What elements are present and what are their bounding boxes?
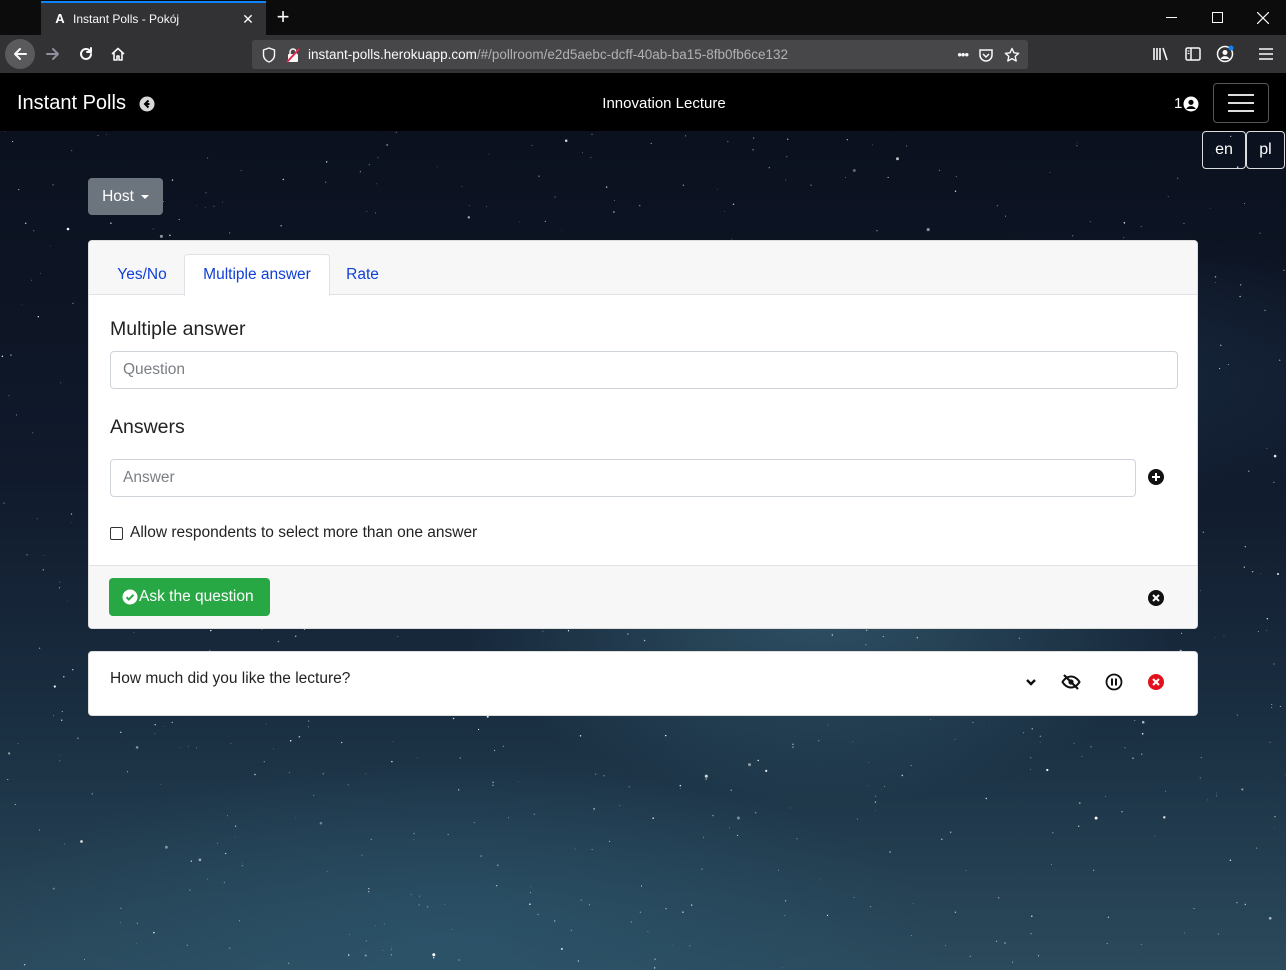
delete-question-button[interactable] [1139,665,1173,699]
x-circle-red-icon [1148,674,1164,690]
account-button[interactable] [1210,39,1240,69]
host-dropdown-button[interactable]: Host [88,178,163,215]
tab-multiple-answer[interactable]: Multiple answer [184,254,330,296]
user-circle-icon [1183,96,1199,111]
sidebar-toggle-button[interactable] [1178,39,1208,69]
arrow-right-icon [46,48,59,60]
room-title: Innovation Lecture [602,95,726,112]
question-text: How much did you like the lecture? [110,670,351,687]
bookmark-star-icon[interactable] [1004,47,1020,63]
eye-slash-icon [1061,674,1081,690]
reload-button[interactable] [71,39,101,69]
tab-yes-no[interactable]: Yes/No [101,254,183,296]
poll-type-tabs: Yes/No Multiple answer Rate [89,241,1197,296]
tab-title: Instant Polls - Pokój [73,12,180,26]
home-button[interactable] [103,39,133,69]
poll-form-footer: Ask the question [89,565,1197,628]
caret-down-icon [140,194,149,199]
forward-button[interactable] [38,39,68,69]
url-domain: instant-polls.herokuapp.com [308,47,477,62]
home-icon [111,47,125,61]
lang-en-button[interactable]: en [1202,131,1246,169]
multi-select-checkbox[interactable] [110,526,123,540]
pause-circle-icon [1105,673,1123,691]
menu-icon [1259,48,1273,60]
account-icon [1216,45,1234,63]
expand-question-button[interactable] [1014,665,1048,699]
page-actions-icon[interactable]: ••• [957,47,969,62]
tab-rate[interactable]: Rate [331,254,394,296]
url-bar[interactable]: instant-polls.herokuapp.com/#/pollroom/e… [252,40,1028,69]
library-button[interactable] [1146,39,1176,69]
multi-select-option[interactable]: Allow respondents to select more than on… [110,524,477,542]
back-button[interactable] [5,39,35,69]
insecure-lock-icon[interactable] [284,46,302,64]
answer-input[interactable]: Answer [110,459,1136,497]
chevron-down-icon [1026,679,1036,686]
lang-pl-button[interactable]: pl [1246,131,1285,169]
menu-button[interactable] [1251,39,1281,69]
host-label: Host [102,187,134,205]
page: Instant Polls Innovation Lecture 1 en pl… [0,73,1286,970]
sidebar-icon [1185,47,1201,61]
user-count: 1 [1174,95,1199,112]
poll-form-card: Yes/No Multiple answer Rate Multiple ans… [88,240,1198,629]
add-answer-plus-icon[interactable] [1147,468,1165,486]
new-tab-button[interactable]: + [270,4,296,30]
app-header: Instant Polls Innovation Lecture 1 [0,73,1286,131]
minimize-button[interactable] [1148,0,1194,35]
ask-question-button[interactable]: Ask the question [109,578,270,616]
pause-question-button[interactable] [1097,665,1131,699]
app-menu-toggle[interactable] [1213,83,1269,123]
hide-results-button[interactable] [1054,665,1088,699]
check-circle-icon [122,589,138,605]
close-window-button[interactable] [1240,0,1286,35]
answers-title: Answers [110,416,185,438]
angular-favicon-icon: A [55,11,65,26]
browser-navbar: instant-polls.herokuapp.com/#/pollroom/e… [0,35,1286,73]
url-text[interactable]: instant-polls.herokuapp.com/#/pollroom/e… [308,47,957,62]
multi-select-label: Allow respondents to select more than on… [130,524,478,541]
user-count-value: 1 [1174,95,1183,112]
reload-icon [80,47,92,60]
browser-tab[interactable]: A Instant Polls - Pokój ✕ [41,1,266,35]
pocket-icon[interactable] [978,47,994,63]
tab-close-icon[interactable]: ✕ [240,11,256,28]
library-icon [1153,47,1168,61]
arrow-left-icon [14,48,27,60]
ask-question-label: Ask the question [139,588,254,605]
close-form-x-circle-icon[interactable] [1147,589,1165,607]
question-card: How much did you like the lecture? [88,651,1198,716]
shield-icon[interactable] [260,46,278,64]
form-title: Multiple answer [110,318,246,340]
url-path: /#/pollroom/e2d5aebc-dcff-40ab-ba15-8fb0… [476,47,789,62]
browser-tabbar: A Instant Polls - Pokój ✕ + [0,0,1286,35]
question-input[interactable]: Question [110,351,1178,389]
maximize-button[interactable] [1194,0,1240,35]
